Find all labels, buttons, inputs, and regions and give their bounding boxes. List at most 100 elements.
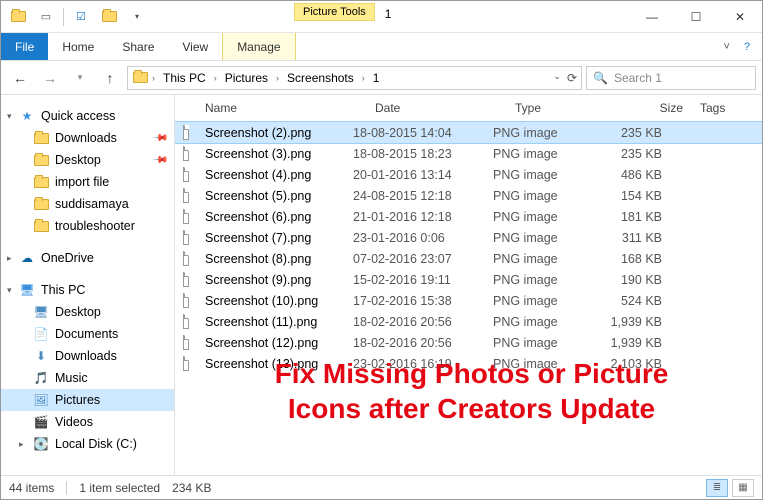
file-icon (175, 334, 197, 351)
chevron-down-icon[interactable]: ▾ (7, 111, 12, 122)
file-row[interactable]: Screenshot (5).png24-08-2015 12:18PNG im… (175, 185, 762, 206)
sidebar-label: This PC (41, 283, 85, 297)
qat-dropdown-icon[interactable]: ▾ (126, 6, 148, 28)
file-row[interactable]: Screenshot (11).png18-02-2016 20:56PNG i… (175, 311, 762, 332)
sidebar-this-pc[interactable]: ▾ 🖥 This PC (1, 279, 174, 301)
file-row[interactable]: Screenshot (4).png20-01-2016 13:14PNG im… (175, 164, 762, 185)
chevron-right-icon[interactable]: › (212, 73, 219, 83)
file-row[interactable]: Screenshot (13).png23-02-2016 16:19PNG i… (175, 353, 762, 374)
sidebar-item[interactable]: Desktop📌 (1, 149, 174, 171)
file-type: PNG image (485, 293, 590, 309)
file-date: 18-08-2015 14:04 (345, 125, 485, 141)
up-button[interactable]: ↑ (97, 65, 123, 91)
col-date[interactable]: Date (367, 95, 507, 121)
file-name: Screenshot (10).png (197, 293, 345, 309)
file-type: PNG image (485, 146, 590, 162)
refresh-icon[interactable]: ⟳ (567, 71, 577, 85)
col-size[interactable]: Size (612, 95, 692, 121)
search-icon: 🔍 (593, 71, 608, 85)
forward-button[interactable]: → (37, 65, 63, 91)
minimize-button[interactable]: — (630, 1, 674, 32)
tab-share[interactable]: Share (108, 33, 168, 60)
computer-icon: 🖥 (19, 282, 35, 298)
sidebar-item[interactable]: import file (1, 171, 174, 193)
file-name: Screenshot (7).png (197, 230, 345, 246)
sidebar-item-label: Desktop (55, 153, 101, 167)
thumbnails-view-button[interactable]: ▦ (732, 479, 754, 497)
breadcrumb-segment[interactable]: Pictures (221, 69, 272, 87)
search-box[interactable]: 🔍 Search 1 (586, 66, 756, 90)
sidebar-onedrive[interactable]: ▸ ☁ OneDrive (1, 247, 174, 269)
file-type: PNG image (485, 272, 590, 288)
star-icon: ★ (19, 108, 35, 124)
maximize-button[interactable]: ☐ (674, 1, 718, 32)
navigation-pane[interactable]: ▾ ★ Quick access Downloads📌Desktop📌impor… (1, 95, 175, 475)
breadcrumb-segment[interactable]: Screenshots (283, 69, 358, 87)
help-icon[interactable]: ? (744, 41, 750, 53)
sidebar-item[interactable]: Downloads📌 (1, 127, 174, 149)
close-button[interactable]: ✕ (718, 1, 762, 32)
chevron-right-icon[interactable]: ▸ (19, 439, 24, 450)
ribbon-expand-icon[interactable]: ˅ (723, 41, 729, 53)
chevron-right-icon[interactable]: › (274, 73, 281, 83)
window-title: 1 (375, 1, 402, 32)
address-dropdown-icon[interactable]: ⌄ (553, 71, 561, 85)
sidebar-item[interactable]: 🎵Music (1, 367, 174, 389)
item-icon: 📄 (33, 326, 49, 342)
pin-icon: 📌 (151, 130, 168, 147)
sidebar-item-label: Videos (55, 415, 93, 429)
file-row[interactable]: Screenshot (2).png18-08-2015 14:04PNG im… (175, 122, 762, 143)
tab-view[interactable]: View (168, 33, 222, 60)
sidebar-item[interactable]: 🎬 Videos (1, 411, 174, 433)
file-row[interactable]: Screenshot (12).png18-02-2016 20:56PNG i… (175, 332, 762, 353)
breadcrumb-segment[interactable]: 1 (369, 69, 384, 87)
file-row[interactable]: Screenshot (10).png17-02-2016 15:38PNG i… (175, 290, 762, 311)
chevron-right-icon[interactable]: ▸ (7, 253, 12, 264)
chevron-right-icon[interactable]: › (150, 73, 157, 83)
sidebar-item[interactable]: troubleshooter (1, 215, 174, 237)
window-controls: — ☐ ✕ (630, 1, 762, 32)
file-date: 23-02-2016 16:19 (345, 356, 485, 372)
col-tags[interactable]: Tags (692, 95, 762, 121)
folder-icon[interactable] (7, 6, 29, 28)
file-name: Screenshot (11).png (197, 314, 345, 330)
file-date: 18-08-2015 18:23 (345, 146, 485, 162)
sidebar-item[interactable]: 🖼Pictures (1, 389, 174, 411)
file-row[interactable]: Screenshot (9).png15-02-2016 19:11PNG im… (175, 269, 762, 290)
address-bar[interactable]: › This PC › Pictures › Screenshots › 1 ⌄… (127, 66, 582, 90)
item-icon: 🎵 (33, 370, 49, 386)
col-name[interactable]: Name (197, 95, 367, 121)
sidebar-item[interactable]: suddisamaya (1, 193, 174, 215)
chevron-down-icon[interactable]: ▾ (7, 285, 12, 296)
col-type[interactable]: Type (507, 95, 612, 121)
file-row[interactable]: Screenshot (8).png07-02-2016 23:07PNG im… (175, 248, 762, 269)
file-row[interactable]: Screenshot (7).png23-01-2016 0:06PNG ima… (175, 227, 762, 248)
open-icon[interactable] (98, 6, 120, 28)
file-row[interactable]: Screenshot (3).png18-08-2015 18:23PNG im… (175, 143, 762, 164)
item-icon: 🎬 (33, 414, 49, 430)
tab-manage[interactable]: Manage (222, 33, 295, 60)
file-size: 1,939 KB (590, 335, 670, 351)
tab-home[interactable]: Home (48, 33, 108, 60)
recent-locations-icon[interactable]: ▾ (67, 65, 93, 91)
chevron-right-icon[interactable]: › (360, 73, 367, 83)
sidebar-item-label: troubleshooter (55, 219, 135, 233)
details-view-button[interactable]: ≣ (706, 479, 728, 497)
file-tab[interactable]: File (1, 33, 48, 60)
col-icon[interactable] (175, 95, 197, 121)
file-row[interactable]: Screenshot (6).png21-01-2016 12:18PNG im… (175, 206, 762, 227)
sidebar-item[interactable]: 🖥Desktop (1, 301, 174, 323)
sidebar-item[interactable]: ▸💽Local Disk (C:) (1, 433, 174, 455)
back-button[interactable]: ← (7, 65, 33, 91)
file-icon (175, 187, 197, 204)
checkbox-icon[interactable]: ☑ (70, 6, 92, 28)
ribbon-tabs: File Home Share View Manage ˅ ? (1, 33, 762, 61)
properties-icon[interactable]: ▭ (35, 6, 57, 28)
file-type: PNG image (485, 314, 590, 330)
sidebar-item[interactable]: ⬇Downloads (1, 345, 174, 367)
titlebar: ▭ ☑ ▾ Picture Tools 1 — ☐ ✕ (1, 1, 762, 33)
sidebar-quick-access[interactable]: ▾ ★ Quick access (1, 105, 174, 127)
quick-access-toolbar: ▭ ☑ ▾ (1, 1, 154, 32)
sidebar-item[interactable]: 📄Documents (1, 323, 174, 345)
breadcrumb-segment[interactable]: This PC (159, 69, 210, 87)
